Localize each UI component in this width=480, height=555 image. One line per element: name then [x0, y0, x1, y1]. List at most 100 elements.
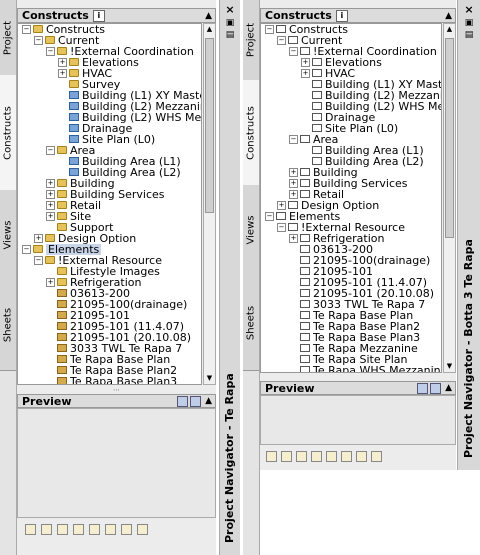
new-category-icon[interactable]: [41, 524, 52, 535]
tree-scrollbar[interactable]: ▲ ▼: [203, 23, 216, 385]
expand-node-icon[interactable]: +: [289, 190, 298, 199]
preview-collapse-icon[interactable]: ▲: [205, 395, 212, 408]
tree-row[interactable]: − Constructs: [261, 24, 441, 35]
scroll-up-icon[interactable]: ▲: [444, 24, 455, 35]
right-navigator-panel: Project Constructs Views Sheets Construc…: [243, 0, 480, 555]
splitter-grip[interactable]: ⋯: [113, 386, 120, 394]
collapse-node-icon[interactable]: −: [34, 36, 43, 45]
properties-menu-icon[interactable]: ▤: [226, 30, 235, 40]
new-category-icon[interactable]: [281, 451, 292, 462]
tree-row[interactable]: Te Rapa Base Plan3: [18, 376, 201, 384]
add-element-icon[interactable]: [296, 451, 307, 462]
drawing-icon: [300, 190, 310, 198]
folder-icon: [69, 58, 79, 66]
synchronize-icon[interactable]: [311, 451, 322, 462]
tree-row[interactable]: + Building Services: [261, 178, 441, 189]
folder-icon: [69, 69, 79, 77]
auto-hide-icon[interactable]: ▣: [465, 18, 474, 28]
scroll-thumb[interactable]: [205, 38, 214, 213]
preview-detail-icon[interactable]: [430, 383, 441, 394]
drawing-icon: [300, 289, 310, 297]
expand-node-icon[interactable]: +: [289, 168, 298, 177]
preview-image-icon[interactable]: [417, 383, 428, 394]
refresh-icon[interactable]: [121, 524, 132, 535]
collapse-node-icon[interactable]: −: [289, 135, 298, 144]
close-icon[interactable]: ×: [464, 3, 473, 16]
tree-row[interactable]: + Design Option: [18, 233, 201, 244]
repath-icon[interactable]: [326, 451, 337, 462]
expand-node-icon[interactable]: +: [34, 234, 43, 243]
expand-node-icon[interactable]: +: [46, 179, 55, 188]
collapse-node-icon[interactable]: −: [289, 47, 298, 56]
synchronize-icon[interactable]: [73, 524, 84, 535]
new-construct-icon[interactable]: [25, 524, 36, 535]
expand-node-icon[interactable]: +: [46, 190, 55, 199]
drawing-icon: [300, 278, 310, 286]
scroll-up-icon[interactable]: ▲: [204, 24, 215, 35]
tree-row[interactable]: + Retail: [18, 200, 201, 211]
drawing-icon: [312, 69, 322, 77]
tree-row[interactable]: Te Rapa WHS Mezzanine: [261, 365, 441, 372]
preview-detail-icon[interactable]: [190, 396, 201, 407]
expand-node-icon[interactable]: +: [46, 201, 55, 210]
tab-constructs[interactable]: Constructs: [0, 75, 16, 191]
collapse-node-icon[interactable]: −: [34, 256, 43, 265]
collapse-node-icon[interactable]: −: [46, 146, 55, 155]
tree-row[interactable]: + Building Services: [18, 189, 201, 200]
auto-hide-icon[interactable]: ▣: [226, 18, 235, 28]
tab-constructs[interactable]: Constructs: [243, 80, 259, 186]
new-construct-icon[interactable]: [266, 451, 277, 462]
collapse-node-icon[interactable]: −: [265, 25, 274, 34]
tree-row[interactable]: + Design Option: [261, 200, 441, 211]
tab-sheets[interactable]: Sheets: [0, 280, 16, 371]
tab-project[interactable]: Project: [0, 0, 16, 76]
collapse-node-icon[interactable]: −: [265, 212, 274, 221]
external-ref-icon[interactable]: [105, 524, 116, 535]
info-icon[interactable]: i: [335, 10, 348, 22]
scroll-thumb[interactable]: [445, 38, 454, 238]
repath-icon[interactable]: [89, 524, 100, 535]
tab-sheets[interactable]: Sheets: [243, 275, 259, 371]
constructs-tree[interactable]: − Constructs − Current − !External Coordinati…: [260, 23, 442, 373]
expand-node-icon[interactable]: +: [58, 58, 67, 67]
collapse-icon[interactable]: ▲: [445, 9, 452, 23]
expand-node-icon[interactable]: +: [289, 234, 298, 243]
tab-project[interactable]: Project: [243, 0, 259, 81]
preview-collapse-icon[interactable]: ▲: [445, 382, 452, 395]
refresh-icon[interactable]: [356, 451, 367, 462]
expand-node-icon[interactable]: +: [46, 278, 55, 287]
constructs-tree[interactable]: − Constructs − Current − !External Coordinati…: [17, 23, 202, 385]
expand-node-icon[interactable]: +: [58, 69, 67, 78]
tree-scrollbar[interactable]: ▲ ▼: [443, 23, 456, 373]
expand-node-icon[interactable]: +: [46, 212, 55, 221]
folder-icon: [57, 278, 67, 286]
expand-node-icon[interactable]: +: [301, 58, 310, 67]
collapse-node-icon[interactable]: −: [22, 25, 31, 34]
info-icon[interactable]: i: [92, 10, 105, 22]
collapse-node-icon[interactable]: −: [277, 36, 286, 45]
drawing-icon: [288, 223, 298, 231]
expand-node-icon[interactable]: +: [301, 69, 310, 78]
expand-node-icon[interactable]: +: [289, 179, 298, 188]
tree-row[interactable]: − Constructs: [18, 24, 201, 35]
scroll-down-icon[interactable]: ▼: [444, 361, 455, 372]
properties-icon[interactable]: [137, 524, 148, 535]
collapse-node-icon[interactable]: −: [277, 223, 286, 232]
scroll-down-icon[interactable]: ▼: [204, 373, 215, 384]
tab-views[interactable]: Views: [0, 190, 16, 281]
expand-node-icon[interactable]: +: [277, 201, 286, 210]
tab-views[interactable]: Views: [243, 185, 259, 276]
add-element-icon[interactable]: [57, 524, 68, 535]
preview-image-icon[interactable]: [177, 396, 188, 407]
tree-row[interactable]: Site Plan (L0): [261, 123, 441, 134]
properties-icon[interactable]: [371, 451, 382, 462]
folder-icon: [57, 146, 67, 154]
close-icon[interactable]: ×: [225, 3, 234, 16]
tree-row[interactable]: Site Plan (L0): [18, 134, 201, 145]
collapse-icon[interactable]: ▲: [205, 9, 212, 23]
folder-icon: [57, 47, 67, 55]
properties-menu-icon[interactable]: ▤: [465, 30, 474, 40]
collapse-node-icon[interactable]: −: [46, 47, 55, 56]
external-ref-icon[interactable]: [341, 451, 352, 462]
collapse-node-icon[interactable]: −: [22, 245, 31, 254]
